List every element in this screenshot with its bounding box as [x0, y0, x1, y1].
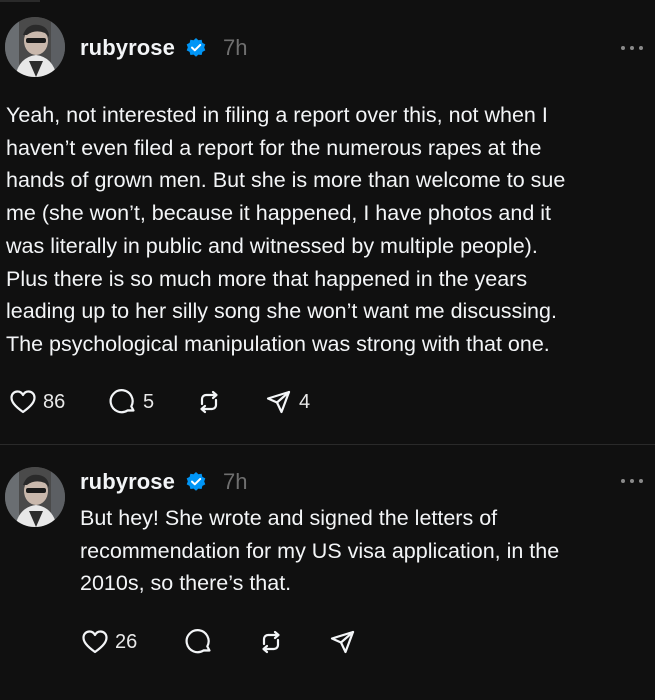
post: rubyrose 7h But hey! She wrote and signe… — [0, 445, 655, 700]
repost-icon — [256, 627, 286, 657]
share-icon — [264, 387, 294, 417]
share-button[interactable] — [328, 626, 358, 658]
post-text: Yeah, not interested in filing a report … — [6, 103, 566, 356]
more-icon[interactable] — [621, 44, 643, 52]
like-button[interactable]: 86 — [8, 386, 108, 418]
reply-icon — [184, 627, 214, 657]
post-header: rubyrose 7h — [80, 465, 247, 499]
verified-icon — [185, 471, 207, 493]
repost-icon — [194, 387, 224, 417]
timestamp: 7h — [222, 35, 248, 60]
post-header: rubyrose 7h — [80, 31, 247, 65]
username[interactable]: rubyrose — [80, 35, 175, 61]
avatar[interactable] — [5, 467, 65, 527]
share-icon — [328, 627, 358, 657]
post-text: But hey! She wrote and signed the letter… — [80, 506, 560, 596]
reply-icon — [108, 387, 138, 417]
timestamp: 7h — [222, 469, 248, 494]
share-button[interactable]: 4 — [264, 386, 310, 418]
repost-button[interactable] — [194, 386, 264, 418]
post: rubyrose 7h Yeah, not interested in fili… — [0, 0, 655, 444]
username[interactable]: rubyrose — [80, 469, 175, 495]
avatar[interactable] — [5, 17, 65, 77]
reply-button[interactable]: 5 — [108, 386, 194, 418]
like-count: 86 — [43, 390, 66, 413]
like-count: 26 — [115, 630, 138, 653]
heart-icon — [8, 387, 38, 417]
like-button[interactable]: 26 — [80, 626, 184, 658]
verified-icon — [185, 37, 207, 59]
more-icon[interactable] — [621, 477, 643, 485]
threads-feed: rubyrose 7h Yeah, not interested in fili… — [0, 0, 655, 700]
repost-button[interactable] — [256, 626, 328, 658]
heart-icon — [80, 627, 110, 657]
share-count: 4 — [299, 390, 311, 413]
action-bar: 26 — [80, 626, 358, 658]
reply-button[interactable] — [184, 626, 256, 658]
reply-count: 5 — [143, 390, 155, 413]
action-bar: 86 5 4 — [8, 386, 310, 418]
